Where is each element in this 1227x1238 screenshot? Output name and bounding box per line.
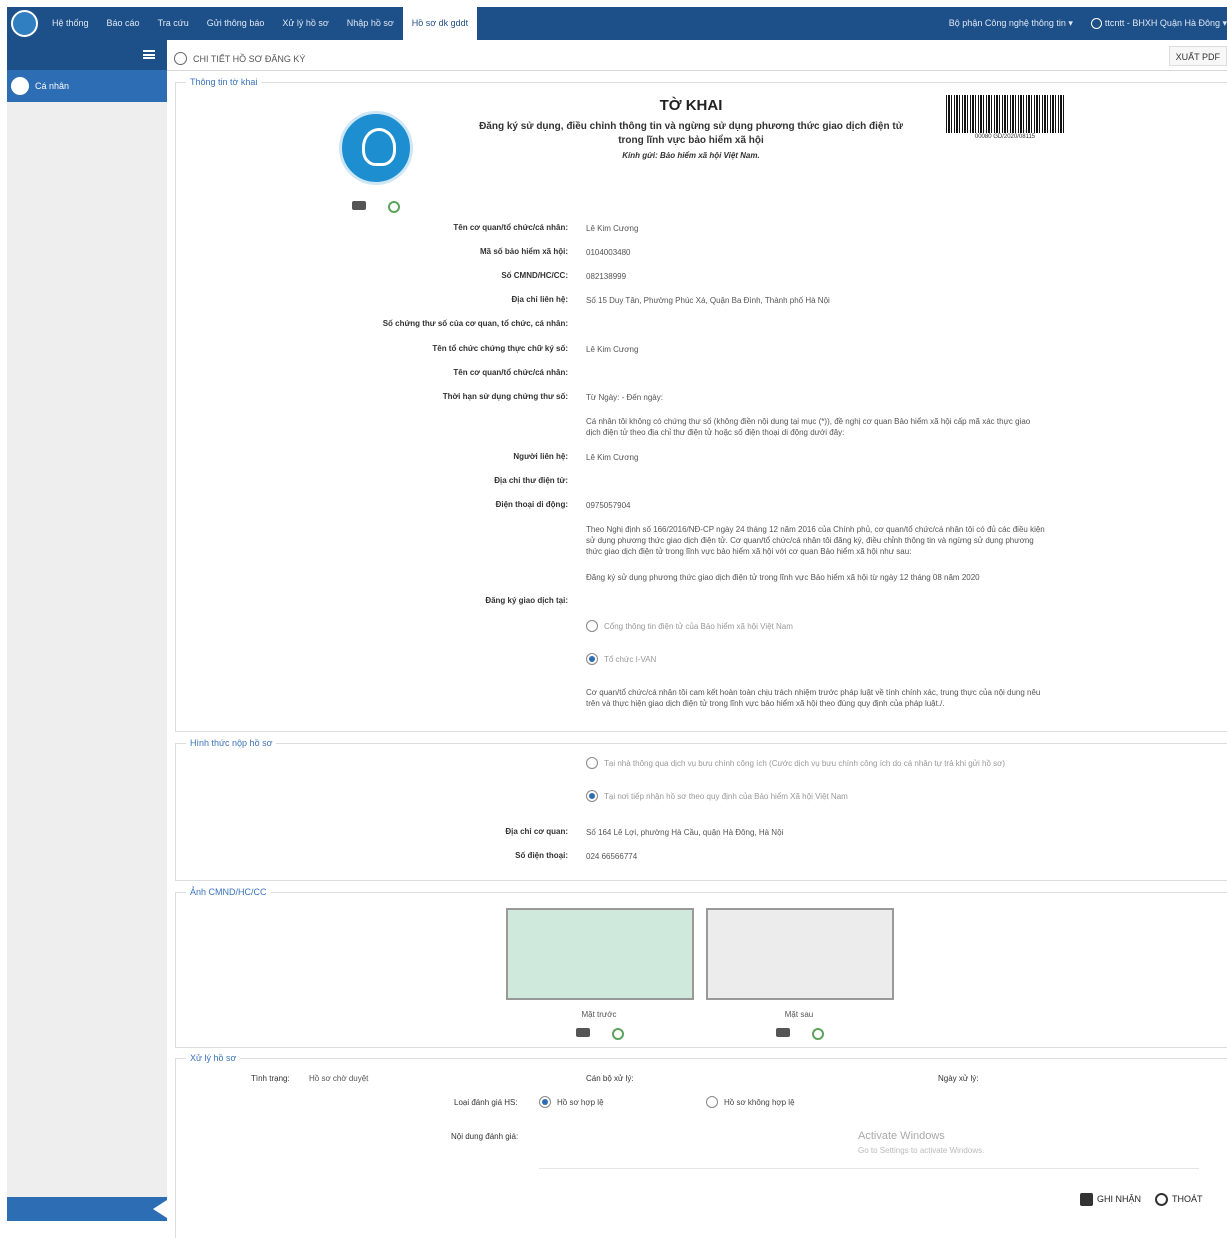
nav-tra-cuu[interactable]: Tra cứu [149, 7, 198, 40]
user-name: ttcntt - BHXH Quận Hà Đông ▾ [1104, 17, 1227, 28]
activation-watermark-sub: Go to Settings to activate Windows. [858, 1146, 985, 1155]
submit-option-office[interactable]: Tại nơi tiếp nhận hồ sơ theo quy định củ… [586, 790, 848, 802]
attach-icon[interactable] [609, 1025, 627, 1043]
submission-section: Hình thức nộp hồ sơ Tại nhà thông qua dị… [175, 738, 1227, 881]
sidebar-header [7, 40, 167, 70]
nav-xu-ly-ho-so[interactable]: Xử lý hồ sơ [273, 7, 337, 40]
print-icon[interactable] [576, 1028, 590, 1037]
id-card-front-image[interactable] [506, 908, 694, 1000]
print-icon[interactable] [352, 201, 366, 210]
barcode-text: 00080 GD/2020/08115 [974, 134, 1036, 140]
status-label: Tình trạng: [251, 1074, 290, 1083]
id-card-back-image[interactable] [706, 908, 894, 1000]
menu-icon[interactable] [143, 50, 155, 59]
sidebar: Cá nhân [7, 40, 167, 1221]
logo-actions [352, 198, 403, 216]
export-pdf-button[interactable]: XUẤT PDF [1168, 46, 1227, 66]
department-dropdown[interactable]: Bộ phận Công nghệ thông tin ▾ [949, 18, 1073, 29]
sidebar-item-ca-nhan[interactable]: Cá nhân [7, 70, 167, 102]
form-header: TỜ KHAI Đăng ký sử dụng, điều chỉnh thôn… [476, 97, 906, 160]
register-option-ivan[interactable]: Tổ chức I-VAN [586, 653, 656, 665]
user-menu[interactable]: ttcntt - BHXH Quận Hà Đông ▾ [1090, 17, 1227, 30]
attach-icon[interactable] [385, 198, 403, 216]
sidebar-item-label: Cá nhân [35, 81, 70, 91]
divider [167, 70, 1227, 71]
activation-watermark: Activate Windows [858, 1130, 945, 1142]
front-actions [576, 1025, 627, 1043]
back-caption: Mặt sau [784, 1010, 814, 1019]
submit-option-postal[interactable]: Tại nhà thông qua dịch vụ bưu chính công… [586, 757, 1005, 769]
register-date-note: Đăng ký sử dụng phương thức giao dịch đi… [586, 573, 980, 582]
circle-icon [174, 52, 187, 65]
form-subtitle: Đăng ký sử dụng, điều chỉnh thông tin và… [479, 121, 903, 146]
eval-content-label: Nội dung đánh giá: [451, 1132, 519, 1141]
top-navbar: Hệ thống Báo cáo Tra cứu Gửi thông báo X… [7, 7, 1227, 40]
radio-button-selected[interactable] [586, 790, 598, 802]
sidebar-collapse-toggle[interactable] [7, 1197, 167, 1221]
print-icon[interactable] [776, 1028, 790, 1037]
decree-note: Theo Nghị định số 166/2016/NĐ-CP ngày 24… [586, 525, 1045, 556]
eval-option-invalid[interactable]: Hồ sơ không hợp lệ [706, 1096, 795, 1108]
radio-button[interactable] [586, 757, 598, 769]
front-caption: Mặt trước [581, 1010, 617, 1019]
eval-content-textarea[interactable] [539, 1121, 1199, 1169]
nav-bao-cao[interactable]: Báo cáo [98, 7, 149, 40]
processing-section: Xử lý hồ sơ Tình trạng: Hồ sơ chờ duyệt … [175, 1053, 1227, 1238]
eval-label: Loại đánh giá HS: [454, 1098, 518, 1107]
attach-icon[interactable] [809, 1025, 827, 1043]
power-icon [1155, 1192, 1168, 1206]
no-certificate-note: Cá nhân tôi không có chứng thư số (không… [586, 417, 1031, 437]
register-label: Đăng ký giao dịch tại: [485, 596, 568, 605]
section-title: Thông tin tờ khai [186, 77, 262, 87]
breadcrumb: CHI TIẾT HỒ SƠ ĐĂNG KÝ [174, 52, 305, 65]
barcode [946, 95, 1064, 133]
radio-button[interactable] [586, 620, 598, 632]
nav-he-thong[interactable]: Hệ thống [43, 7, 98, 40]
id-images-section: Ảnh CMND/HC/CC Mặt trước Mặt sau [175, 887, 1227, 1048]
eval-option-valid[interactable]: Hồ sơ hợp lệ [539, 1096, 604, 1108]
status-value: Hồ sơ chờ duyệt [309, 1074, 369, 1083]
save-icon [1080, 1192, 1093, 1206]
section-title: Ảnh CMND/HC/CC [186, 887, 271, 897]
form-title: TỜ KHAI [659, 97, 723, 114]
app-logo[interactable] [11, 10, 38, 37]
radio-button-selected[interactable] [586, 653, 598, 665]
nav-gui-thong-bao[interactable]: Gửi thông báo [198, 7, 274, 40]
back-actions [776, 1025, 827, 1043]
commitment-note: Cơ quan/tổ chức/cá nhân tôi cam kết hoàn… [586, 688, 1041, 708]
user-icon [1090, 18, 1102, 30]
date-label: Ngày xử lý: [938, 1074, 979, 1083]
main-content: CHI TIẾT HỒ SƠ ĐĂNG KÝ XUẤT PDF Thông ti… [167, 40, 1227, 1238]
page-title: CHI TIẾT HỒ SƠ ĐĂNG KÝ [193, 53, 306, 64]
bhxh-logo [339, 111, 413, 185]
save-button[interactable]: GHI NHẬN [1080, 1189, 1141, 1209]
radio-button[interactable] [706, 1096, 718, 1108]
declaration-section: Thông tin tờ khai TỜ KHAI Đăng ký sử dụn… [175, 77, 1227, 732]
main-nav: Hệ thống Báo cáo Tra cứu Gửi thông báo X… [43, 7, 478, 40]
form-recipient: Kính gửi: Bảo hiểm xã hội Việt Nam. [622, 151, 760, 160]
person-icon [11, 77, 29, 95]
register-option-portal[interactable]: Cổng thông tin điện tử của Bảo hiểm xã h… [586, 620, 793, 632]
nav-nhap-ho-so[interactable]: Nhập hồ sơ [338, 7, 403, 40]
section-title: Xử lý hồ sơ [186, 1053, 241, 1063]
officer-label: Cán bộ xử lý: [586, 1074, 634, 1083]
radio-button-selected[interactable] [539, 1096, 551, 1108]
nav-ho-so-dk-gddt[interactable]: Hồ sơ dk gddt [402, 7, 478, 40]
exit-button[interactable]: THOÁT [1155, 1189, 1203, 1209]
section-title: Hình thức nộp hồ sơ [186, 738, 277, 748]
